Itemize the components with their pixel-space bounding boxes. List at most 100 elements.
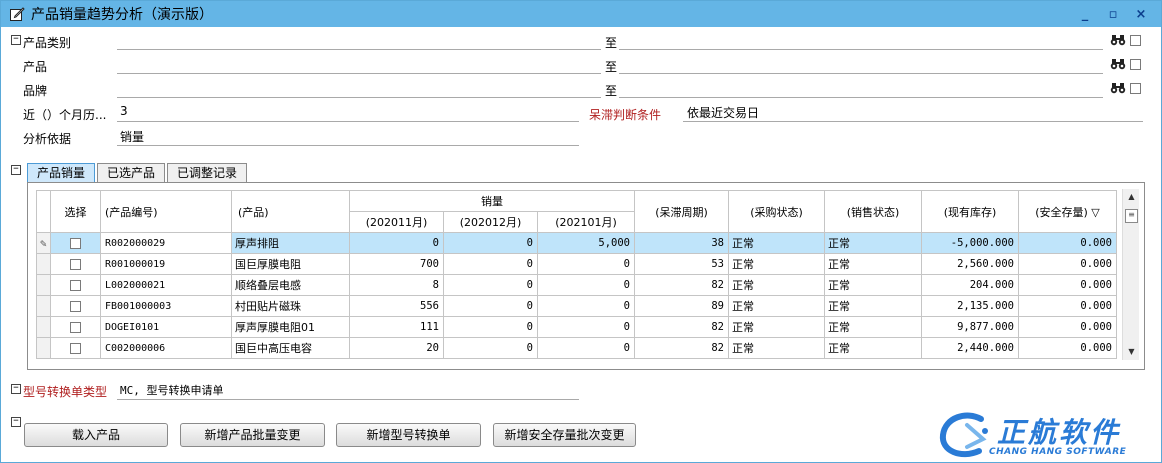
batch-change-button[interactable]: 新增产品批量变更 <box>180 423 325 447</box>
sale-status-cell[interactable]: 正常 <box>824 232 922 254</box>
sales-month-1-cell[interactable]: 700 <box>349 253 444 275</box>
collapse-actions-toggle[interactable]: − <box>11 417 21 427</box>
stagnant-cycle-cell[interactable]: 82 <box>634 316 729 338</box>
purchase-status-cell[interactable]: 正常 <box>728 295 825 317</box>
collapse-grid-toggle[interactable]: − <box>11 165 21 175</box>
product-code-cell[interactable]: R001000019 <box>100 253 232 275</box>
column-header-sale-status[interactable]: (销售状态) <box>824 190 922 233</box>
product-name-cell[interactable]: 厚声厚膜电阻01 <box>231 316 350 338</box>
product-name-cell[interactable]: 国巨厚膜电阻 <box>231 253 350 275</box>
stock-cell[interactable]: 2,135.000 <box>921 295 1019 317</box>
sale-status-cell[interactable]: 正常 <box>824 295 922 317</box>
sales-month-1-cell[interactable]: 8 <box>349 274 444 296</box>
category-from-field[interactable] <box>117 49 601 50</box>
table-row[interactable]: R001000019 国巨厚膜电阻 700 0 0 53 正常 正常 2,560.000 0.00… <box>36 253 1117 275</box>
stock-cell[interactable]: -5,000.000 <box>921 232 1019 254</box>
months-field[interactable] <box>117 121 579 122</box>
column-header-code[interactable]: (产品编号) <box>100 190 232 233</box>
purchase-status-cell[interactable]: 正常 <box>728 337 825 359</box>
column-header-select[interactable]: 选择 <box>50 190 101 233</box>
table-row[interactable]: DOGEI0101 厚声厚膜电阻01 111 0 0 82 正常 正常 9,877.000 0.0… <box>36 316 1117 338</box>
product-code-cell[interactable]: FB001000003 <box>100 295 232 317</box>
row-select-checkbox[interactable] <box>70 301 81 312</box>
product-checkbox[interactable] <box>1130 59 1141 70</box>
collapse-filter-toggle[interactable]: − <box>11 35 21 45</box>
stagnant-cycle-cell[interactable]: 38 <box>634 232 729 254</box>
tab-selected-products[interactable]: 已选产品 <box>97 163 166 182</box>
sales-month-1-cell[interactable]: 111 <box>349 316 444 338</box>
binoculars-icon[interactable] <box>1110 34 1126 46</box>
purchase-status-cell[interactable]: 正常 <box>728 316 825 338</box>
product-to-field[interactable] <box>619 73 1103 74</box>
sales-month-1-cell[interactable]: 0 <box>349 232 444 254</box>
safety-stock-cell[interactable]: 0.000 <box>1018 274 1117 296</box>
add-conversion-button[interactable]: 新增型号转换单 <box>336 423 481 447</box>
stagnant-value[interactable]: 依最近交易日 <box>687 104 759 121</box>
column-header-safety[interactable]: (安全存量) ▽ <box>1018 190 1117 233</box>
table-row[interactable]: C002000006 国巨中高压电容 20 0 0 82 正常 正常 2,440.000 0.00… <box>36 337 1117 359</box>
table-row[interactable]: FB001000003 村田贴片磁珠 556 0 0 89 正常 正常 2,135.000 0.0… <box>36 295 1117 317</box>
stagnant-cycle-cell[interactable]: 82 <box>634 274 729 296</box>
product-name-cell[interactable]: 厚声排阻 <box>231 232 350 254</box>
maximize-button[interactable]: ▫ <box>1099 4 1127 24</box>
product-code-cell[interactable]: L002000021 <box>100 274 232 296</box>
product-name-cell[interactable]: 村田贴片磁珠 <box>231 295 350 317</box>
sale-status-cell[interactable]: 正常 <box>824 253 922 275</box>
months-value[interactable]: 3 <box>120 104 128 118</box>
column-header-cycle[interactable]: (呆滞周期) <box>634 190 729 233</box>
column-header-purchase[interactable]: (采购状态) <box>728 190 825 233</box>
category-checkbox[interactable] <box>1130 35 1141 46</box>
row-select-checkbox[interactable] <box>70 280 81 291</box>
purchase-status-cell[interactable]: 正常 <box>728 253 825 275</box>
safety-stock-cell[interactable]: 0.000 <box>1018 232 1117 254</box>
sales-month-3-cell[interactable]: 0 <box>537 295 635 317</box>
sales-month-2-cell[interactable]: 0 <box>443 295 538 317</box>
safety-stock-cell[interactable]: 0.000 <box>1018 337 1117 359</box>
table-row[interactable]: L002000021 顺络叠层电感 8 0 0 82 正常 正常 204.000 0.000 <box>36 274 1117 296</box>
sales-month-2-cell[interactable]: 0 <box>443 253 538 275</box>
scroll-up-icon[interactable]: ▲ <box>1123 189 1140 205</box>
sales-month-2-cell[interactable]: 0 <box>443 316 538 338</box>
sales-month-3-cell[interactable]: 0 <box>537 337 635 359</box>
scroll-thumb[interactable]: ≡ <box>1125 209 1138 223</box>
stagnant-cycle-cell[interactable]: 82 <box>634 337 729 359</box>
brand-checkbox[interactable] <box>1130 83 1141 94</box>
purchase-status-cell[interactable]: 正常 <box>728 232 825 254</box>
category-to-field[interactable] <box>619 49 1103 50</box>
purchase-status-cell[interactable]: 正常 <box>728 274 825 296</box>
vertical-scrollbar[interactable]: ▲ ≡ ▼ <box>1122 189 1139 360</box>
basis-field[interactable] <box>117 145 579 146</box>
stagnant-cycle-cell[interactable]: 89 <box>634 295 729 317</box>
basis-value[interactable]: 销量 <box>120 128 144 145</box>
column-header-stock[interactable]: (现有库存) <box>921 190 1019 233</box>
sales-month-1-cell[interactable]: 556 <box>349 295 444 317</box>
sales-month-2-cell[interactable]: 0 <box>443 337 538 359</box>
column-header-name[interactable]: (产品) <box>231 190 350 233</box>
product-name-cell[interactable]: 顺络叠层电感 <box>231 274 350 296</box>
sales-month-2-cell[interactable]: 0 <box>443 232 538 254</box>
row-select-checkbox[interactable] <box>70 238 81 249</box>
stock-cell[interactable]: 204.000 <box>921 274 1019 296</box>
product-name-cell[interactable]: 国巨中高压电容 <box>231 337 350 359</box>
product-code-cell[interactable]: R002000029 <box>100 232 232 254</box>
row-select-checkbox[interactable] <box>70 343 81 354</box>
safety-stock-cell[interactable]: 0.000 <box>1018 316 1117 338</box>
minimize-button[interactable]: _ <box>1071 4 1099 24</box>
tab-adjusted-records[interactable]: 已调整记录 <box>167 163 248 182</box>
column-header-month-2[interactable]: (202012月) <box>443 211 538 233</box>
sale-status-cell[interactable]: 正常 <box>824 316 922 338</box>
table-row[interactable]: ✎ R002000029 厚声排阻 0 0 5,000 38 正常 正常 -5,000.000 0.… <box>36 232 1117 254</box>
close-button[interactable]: × <box>1127 4 1155 24</box>
product-from-field[interactable] <box>117 73 601 74</box>
stagnant-cycle-cell[interactable]: 53 <box>634 253 729 275</box>
binoculars-icon[interactable] <box>1110 58 1126 70</box>
scroll-down-icon[interactable]: ▼ <box>1123 344 1140 360</box>
safety-stock-cell[interactable]: 0.000 <box>1018 253 1117 275</box>
product-code-cell[interactable]: C002000006 <box>100 337 232 359</box>
brand-from-field[interactable] <box>117 97 601 98</box>
stock-cell[interactable]: 2,560.000 <box>921 253 1019 275</box>
load-products-button[interactable]: 载入产品 <box>24 423 168 447</box>
sales-month-3-cell[interactable]: 0 <box>537 253 635 275</box>
sales-month-2-cell[interactable]: 0 <box>443 274 538 296</box>
safety-stock-cell[interactable]: 0.000 <box>1018 295 1117 317</box>
